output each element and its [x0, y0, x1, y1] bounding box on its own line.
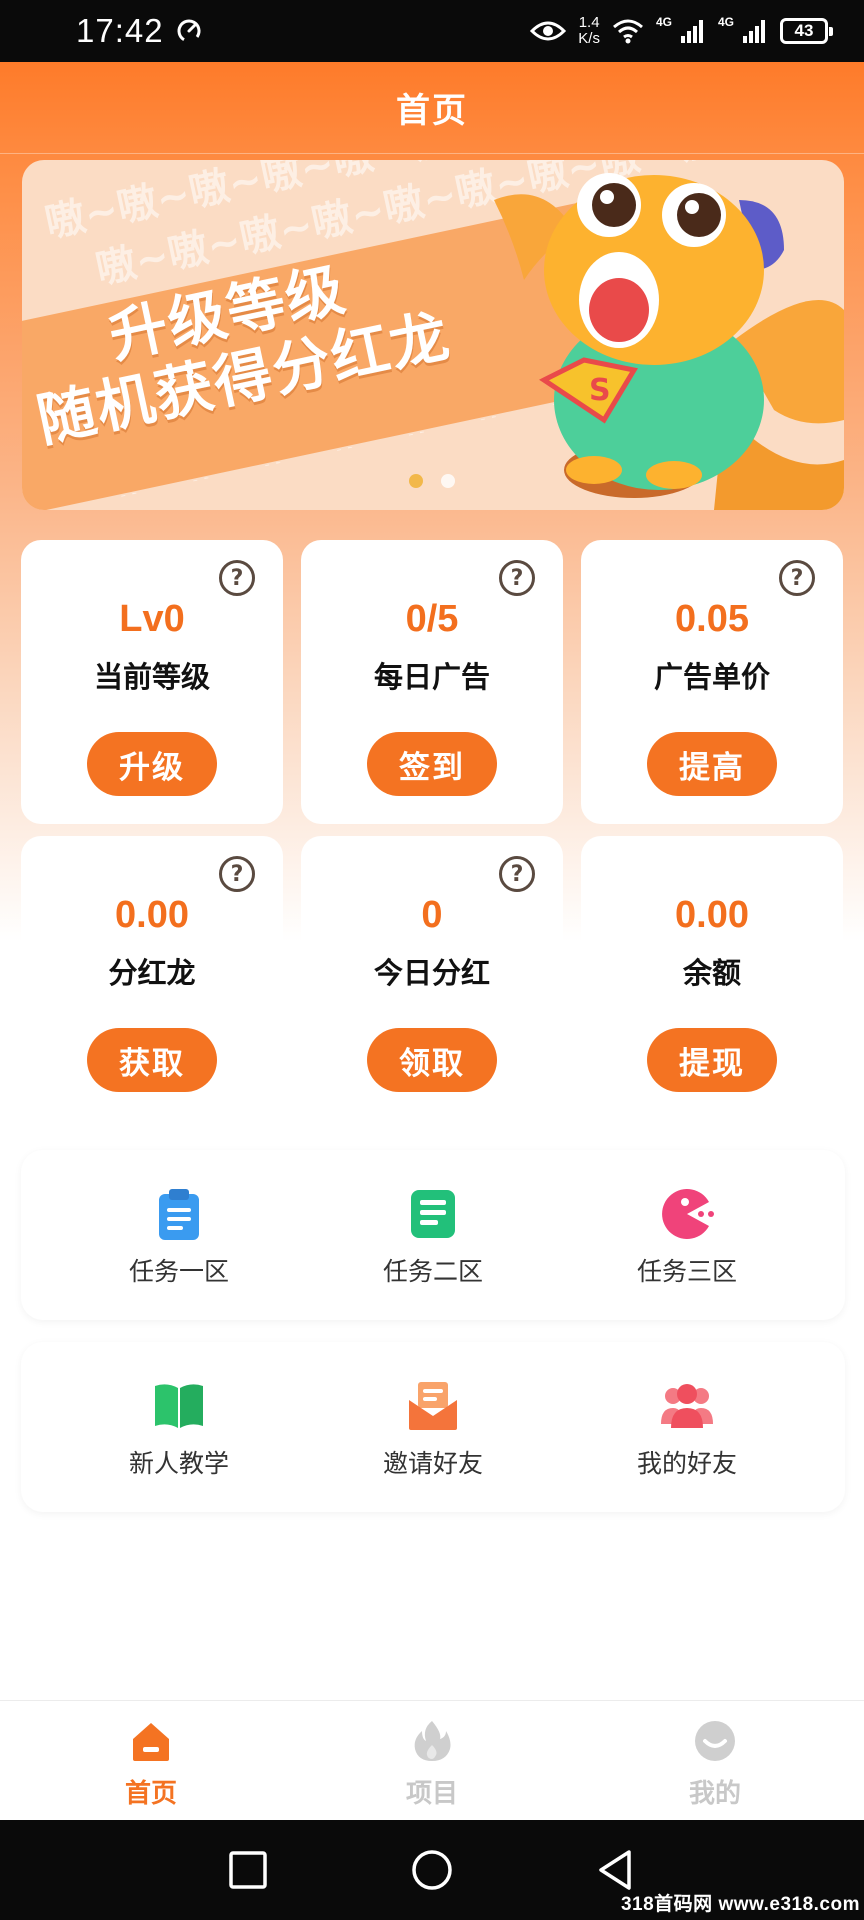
- book-icon: [155, 1384, 203, 1428]
- menu-item-label: 任务一区: [128, 1257, 229, 1286]
- help-icon[interactable]: ?: [779, 560, 815, 596]
- tab-label: 我的: [688, 1779, 741, 1809]
- help-icon[interactable]: ?: [499, 856, 535, 892]
- fire-icon: [414, 1721, 451, 1761]
- speedometer-icon: [177, 19, 201, 43]
- pacman-icon: [662, 1189, 714, 1239]
- signal-icon: [680, 20, 703, 43]
- home-icon: [133, 1723, 169, 1761]
- stat-value: 0: [421, 894, 443, 936]
- battery-level: 43: [794, 21, 814, 40]
- menu-item-task-zone-3[interactable]: 任务三区: [587, 1186, 787, 1288]
- envelope-icon: [409, 1382, 457, 1430]
- upgrade-button[interactable]: 升级: [87, 732, 217, 796]
- tab-label: 首页: [124, 1779, 177, 1809]
- dragon-mascot-illustration: S: [494, 173, 844, 510]
- carousel-dot[interactable]: [441, 474, 455, 488]
- smile-icon: [695, 1721, 735, 1761]
- stat-value: Lv0: [119, 598, 185, 640]
- stat-label: 广告单价: [653, 660, 770, 694]
- menu-item-label: 新人教学: [128, 1449, 229, 1478]
- stat-label: 分红龙: [108, 956, 196, 990]
- battery-icon: 43: [780, 18, 833, 44]
- community-card: 新人教学 邀请好友 我的好友: [21, 1342, 845, 1512]
- net-speed-value: 1.4: [578, 14, 600, 31]
- promo-banner[interactable]: 嗷~嗷~嗷~嗷~嗷~嗷~嗷~嗷~嗷~ 嗷~嗷~嗷~嗷~嗷~嗷~嗷~嗷~嗷~ 嗷~…: [22, 160, 844, 510]
- stat-card-balance: 0.00 余额 提现: [581, 836, 843, 1120]
- back-icon[interactable]: [595, 1848, 635, 1892]
- stat-card-today-dividend: ? 0 今日分红 领取: [301, 836, 563, 1120]
- menu-item-label: 我的好友: [636, 1449, 737, 1478]
- menu-item-tutorial[interactable]: 新人教学: [79, 1378, 279, 1480]
- menu-item-invite-friends[interactable]: 邀请好友: [333, 1378, 533, 1480]
- recent-apps-icon[interactable]: [228, 1850, 268, 1890]
- stat-value: 0.00: [675, 894, 749, 936]
- stat-value: 0.05: [675, 598, 749, 640]
- home-circle-icon[interactable]: [411, 1849, 453, 1891]
- check-in-button[interactable]: 签到: [367, 732, 497, 796]
- stat-card-daily-ads: ? 0/5 每日广告 签到: [301, 540, 563, 824]
- stat-label: 余额: [682, 956, 741, 990]
- stat-label: 当前等级: [93, 660, 210, 694]
- menu-item-label: 邀请好友: [382, 1449, 483, 1478]
- menu-item-my-friends[interactable]: 我的好友: [587, 1378, 787, 1480]
- document-list-icon: [411, 1190, 455, 1238]
- svg-text:S: S: [589, 373, 611, 408]
- help-icon[interactable]: ?: [219, 560, 255, 596]
- clipboard-icon: [159, 1189, 199, 1240]
- stat-label: 每日广告: [373, 660, 490, 694]
- stat-value: 0/5: [405, 598, 459, 640]
- app-header: 首页: [0, 62, 864, 154]
- net-speed-unit: K/s: [578, 30, 600, 47]
- bottom-tab-bar: 首页 项目 我的: [0, 1700, 864, 1820]
- obtain-button[interactable]: 获取: [87, 1028, 217, 1092]
- help-icon[interactable]: ?: [219, 856, 255, 892]
- stat-value: 0.00: [115, 894, 189, 936]
- menu-item-label: 任务二区: [382, 1257, 483, 1286]
- group-icon: [661, 1384, 713, 1428]
- eye-icon: [530, 21, 567, 41]
- net-speed: 1.4 K/s: [578, 15, 600, 47]
- page-title: 首页: [396, 91, 468, 131]
- network-type-label: 4G: [655, 15, 672, 29]
- increase-button[interactable]: 提高: [647, 732, 777, 796]
- tab-label: 项目: [405, 1779, 458, 1809]
- signal-icon: [743, 20, 765, 43]
- wifi-icon: [612, 19, 643, 44]
- claim-button[interactable]: 领取: [367, 1028, 497, 1092]
- stat-card-ad-price: ? 0.05 广告单价 提高: [581, 540, 843, 824]
- help-icon[interactable]: ?: [499, 560, 535, 596]
- status-bar: 17:42 1.4 K/s 4G 4G 43: [0, 0, 864, 62]
- menu-item-label: 任务三区: [636, 1257, 737, 1286]
- task-zones-card: 任务一区 任务二区 任务三区: [21, 1150, 845, 1320]
- stat-label: 今日分红: [373, 956, 490, 990]
- tab-home[interactable]: 首页: [81, 1719, 221, 1810]
- stat-card-level: ? Lv0 当前等级 升级: [21, 540, 283, 824]
- stat-card-dividend-dragon: ? 0.00 分红龙 获取: [21, 836, 283, 1120]
- carousel-dot-active[interactable]: [409, 474, 423, 488]
- network-type-label: 4G: [717, 15, 734, 29]
- tab-projects[interactable]: 项目: [362, 1719, 502, 1810]
- system-navigation-bar: 318首码网 www.e318.com: [0, 1820, 864, 1920]
- withdraw-button[interactable]: 提现: [647, 1028, 777, 1092]
- menu-item-task-zone-1[interactable]: 任务一区: [79, 1186, 279, 1288]
- tab-mine[interactable]: 我的: [645, 1719, 785, 1810]
- menu-item-task-zone-2[interactable]: 任务二区: [333, 1186, 533, 1288]
- status-time: 17:42: [76, 12, 164, 49]
- watermark: 318首码网 www.e318.com: [620, 1894, 860, 1915]
